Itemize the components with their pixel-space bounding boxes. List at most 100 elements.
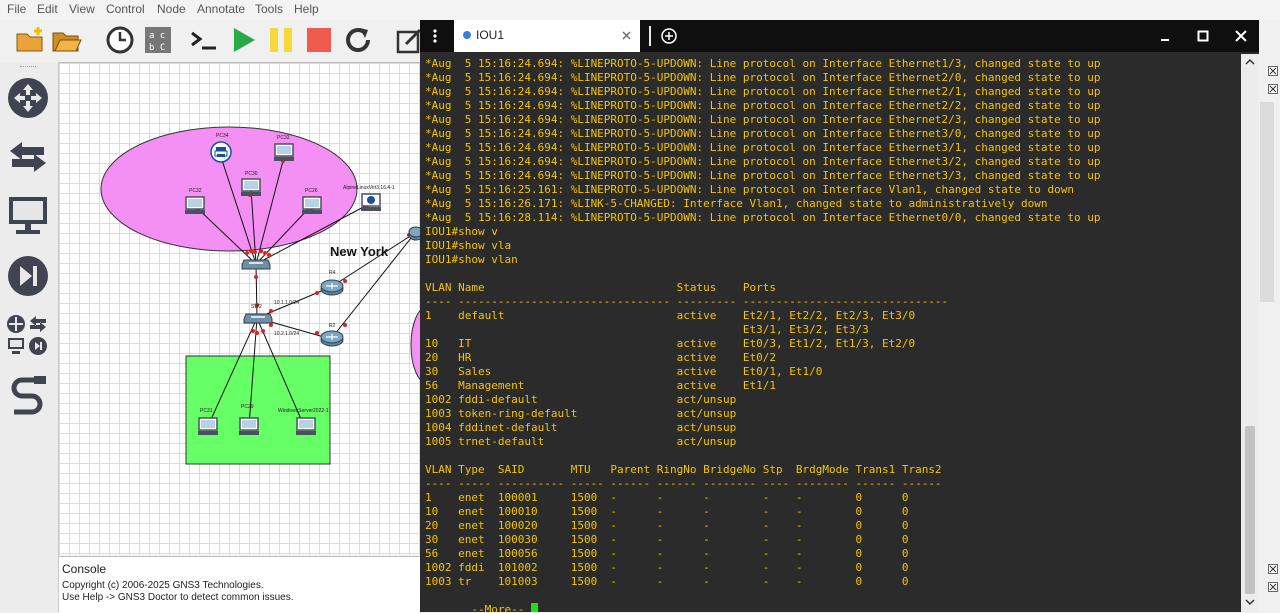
terminal-line: 10 IT active Et0/3, Et1/2, Et1/3, Et2/0 — [425, 337, 916, 350]
remote-area-ellipse — [410, 310, 420, 380]
clock-icon[interactable] — [104, 24, 136, 56]
all-devices-group[interactable] — [6, 314, 50, 358]
right-scrollbar-thumb[interactable] — [1260, 102, 1274, 302]
region-label-new-york: New York — [330, 244, 389, 259]
pc-node-icon[interactable] — [184, 196, 206, 216]
terminal-line: VLAN Name Status Ports — [425, 281, 776, 294]
tab-separator — [649, 26, 651, 46]
terminal-line: *Aug 5 15:16:24.694: %LINEPROTO-5-UPDOWN… — [425, 85, 1101, 98]
menu-annotate[interactable]: Annotate — [197, 2, 245, 16]
dock-grip — [20, 66, 36, 68]
right-dock-strip — [1258, 62, 1280, 612]
pc-node-icon[interactable] — [240, 178, 262, 198]
pc-mini-icon — [8, 338, 24, 354]
menu-view[interactable]: View — [69, 2, 95, 16]
minimize-icon[interactable] — [1159, 31, 1171, 43]
tab-iou1[interactable]: IOU1 — [454, 20, 640, 52]
terminal-line: 1005 trnet-default act/unsup — [425, 435, 737, 448]
terminal-line: IOU1#show vla — [425, 239, 512, 252]
svg-text:b C: b C — [149, 43, 165, 53]
reload-icon[interactable] — [342, 24, 374, 56]
router-node-icon[interactable] — [408, 225, 420, 241]
node-label-pc29: PC29 — [241, 404, 254, 410]
device-dock — [0, 62, 59, 612]
console-title: Console — [62, 562, 107, 576]
pc-node-icon[interactable] — [197, 417, 219, 437]
new-tab-icon[interactable] — [661, 28, 677, 44]
console-connect-icon[interactable] — [188, 24, 220, 56]
menu-control[interactable]: Control — [106, 2, 145, 16]
menu-file[interactable]: File — [7, 2, 26, 16]
snapshot-abc-icon[interactable]: a c b C — [142, 24, 174, 56]
terminal-line: *Aug 5 15:16:24.694: %LINEPROTO-5-UPDOWN… — [425, 99, 1101, 112]
menu-edit[interactable]: Edit — [37, 2, 58, 16]
node-label-sw2: SW2 — [251, 304, 262, 310]
node-label-pc31: PC31 — [200, 408, 213, 414]
more-prompt-text: --More-- — [464, 603, 531, 612]
start-icon[interactable] — [227, 24, 259, 56]
console-line: Copyright (c) 2006-2025 GNS3 Technologie… — [62, 580, 264, 591]
close-icon[interactable] — [1268, 582, 1278, 592]
close-icon[interactable] — [1268, 564, 1278, 574]
menu-tools[interactable]: Tools — [255, 2, 283, 16]
router-mini-icon — [7, 315, 25, 333]
switches-icon[interactable] — [6, 135, 50, 179]
close-icon[interactable] — [1235, 30, 1247, 42]
maximize-icon[interactable] — [1197, 30, 1209, 42]
toolbar: a c b C — [0, 20, 422, 62]
close-icon[interactable] — [1268, 66, 1278, 76]
add-link-icon[interactable] — [6, 372, 50, 416]
terminal-line: 30 enet 100030 1500 - - - - - 0 0 — [425, 533, 909, 546]
terminal-line: *Aug 5 15:16:26.171: %LINK-5-CHANGED: In… — [425, 197, 1048, 210]
close-icon[interactable] — [1268, 84, 1278, 94]
pc-node-icon[interactable] — [273, 143, 295, 163]
terminal-line: 30 Sales active Et0/1, Et1/0 — [425, 365, 823, 378]
terminal-line: 20 HR active Et0/2 — [425, 351, 776, 364]
topology-canvas[interactable]: PC34 PC33 PC30 PC32 PC26 AlpineLinuxVirt… — [59, 62, 420, 555]
console-line: Use Help -> GNS3 Doctor to detect common… — [62, 592, 294, 603]
scroll-down-icon[interactable] — [1245, 598, 1255, 606]
terminal-line: ---- -------------------------------- --… — [425, 295, 949, 308]
pc-node-icon[interactable] — [301, 196, 323, 216]
printer-node-icon[interactable] — [210, 141, 232, 163]
suspend-icon[interactable] — [265, 24, 297, 56]
terminal-menu-icon[interactable] — [430, 28, 440, 44]
terminal-scrollbar[interactable] — [1241, 54, 1259, 612]
windows-server-node-icon[interactable] — [295, 417, 317, 437]
pc-node-icon[interactable] — [238, 417, 260, 437]
terminal-line: IOU1#show vlan — [425, 253, 518, 266]
terminal-line: Et3/1, Et3/2, Et3/3 — [425, 323, 869, 336]
scroll-up-icon[interactable] — [1245, 58, 1255, 66]
stop-icon[interactable] — [303, 24, 335, 56]
new-project-icon[interactable] — [14, 24, 46, 56]
terminal-line: *Aug 5 15:16:24.694: %LINEPROTO-5-UPDOWN… — [425, 127, 1101, 140]
terminal-line: 1004 fddinet-default act/unsup — [425, 421, 737, 434]
terminal-line: *Aug 5 15:16:28.114: %LINEPROTO-5-UPDOWN… — [425, 211, 1101, 224]
terminal-scrollbar-thumb[interactable] — [1245, 426, 1255, 594]
switch-node-icon[interactable] — [243, 311, 273, 325]
tab-close-icon[interactable] — [622, 31, 631, 40]
tab-label: IOU1 — [476, 28, 505, 42]
terminal-line: *Aug 5 15:16:24.694: %LINEPROTO-5-UPDOWN… — [425, 113, 1101, 126]
menu-help[interactable]: Help — [294, 2, 319, 16]
router-node-icon[interactable] — [320, 278, 344, 296]
terminal-output[interactable]: *Aug 5 15:16:24.694: %LINEPROTO-5-UPDOWN… — [420, 54, 1241, 612]
menu-bar: File Edit View Control Node Annotate Too… — [0, 0, 1280, 20]
security-devices-icon[interactable] — [6, 254, 50, 298]
open-project-icon[interactable] — [50, 24, 82, 56]
terminal-line: 1003 token-ring-default act/unsup — [425, 407, 737, 420]
node-label-r2: R2 — [329, 323, 336, 329]
end-devices-icon[interactable] — [6, 193, 50, 237]
alpine-linux-node-icon[interactable] — [360, 193, 382, 213]
switch-node-icon[interactable] — [241, 257, 271, 271]
node-label-pc34: PC34 — [216, 133, 229, 139]
network-label-10-1-1-0: 10.1.1.0/24 — [274, 300, 300, 306]
node-label-pc30: PC30 — [245, 171, 258, 177]
terminal-line: VLAN Type SAID MTU Parent RingNo BridgeN… — [425, 463, 942, 476]
router-node-icon[interactable] — [320, 329, 344, 347]
terminal-cursor — [530, 603, 538, 612]
node-label-pc26: PC26 — [305, 188, 318, 194]
menu-node[interactable]: Node — [157, 2, 186, 16]
routers-icon[interactable] — [6, 76, 50, 120]
svg-text:a c: a c — [149, 31, 165, 41]
